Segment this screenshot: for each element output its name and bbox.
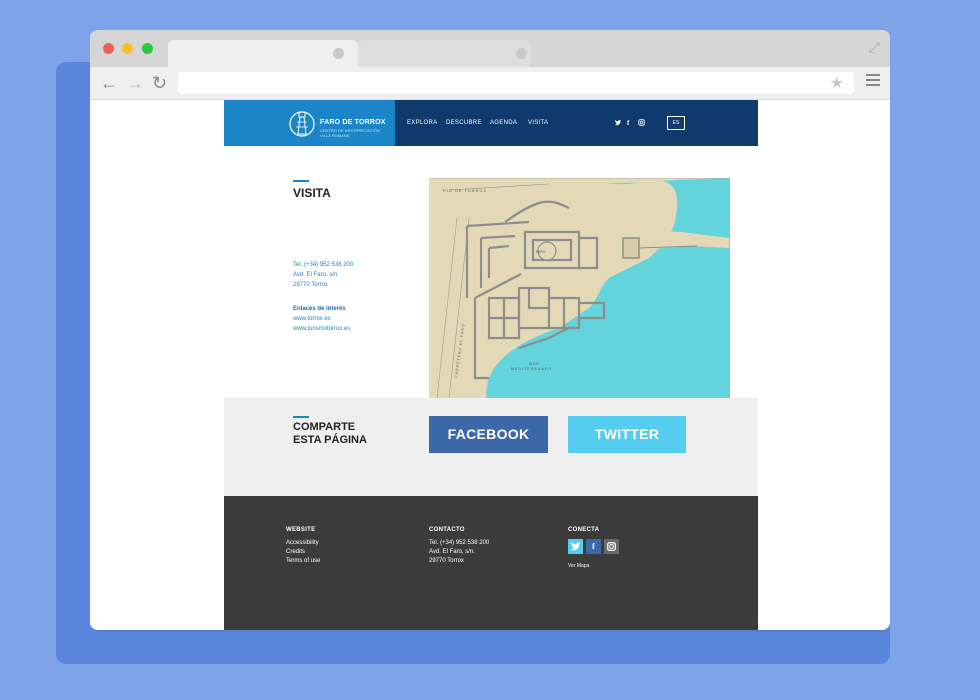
- language-selector[interactable]: ES: [667, 116, 685, 130]
- share-section: COMPARTE ESTA PÁGINA FACEBOOK TWITTER: [224, 398, 758, 496]
- footer-conecta-heading: CONECTA: [568, 527, 600, 533]
- footer-website-heading: WEBSITE: [286, 527, 316, 533]
- page-title: VISITA: [293, 186, 331, 200]
- footer-link-terms[interactable]: Terms of use: [286, 557, 320, 566]
- browser-titlebar: ⤢: [90, 30, 890, 67]
- contact-address: Avd. El Faro, s/n.: [293, 272, 339, 278]
- twitter-icon[interactable]: [568, 539, 583, 554]
- minimize-window-button[interactable]: [122, 43, 133, 54]
- footer-conecta: CONECTA f Ver Mapa: [568, 526, 619, 571]
- footer-phone[interactable]: Tel. (+34) 952 538 200: [429, 539, 489, 548]
- browser-tab-active[interactable]: [168, 40, 358, 67]
- lighthouse-logo-icon: [289, 111, 315, 137]
- reload-icon[interactable]: ↻: [152, 73, 167, 93]
- footer-contacto-heading: CONTACTO: [429, 527, 465, 533]
- contact-postal: 29770 Torrox: [293, 282, 328, 288]
- brand-block[interactable]: FARO DE TORROX CENTRO DE INTERPRETACIÓN …: [224, 100, 395, 146]
- browser-toolbar: ← → ↻ ★: [90, 67, 890, 100]
- facebook-icon[interactable]: f: [627, 119, 629, 127]
- star-icon[interactable]: ★: [830, 73, 844, 93]
- site-map-drawing: RÍO DE TORROX FARO MAR MEDITERRÁNEO CARR…: [429, 178, 730, 416]
- ver-mapa-link[interactable]: Ver Mapa: [568, 562, 619, 571]
- brand-name: FARO DE TORROX: [320, 119, 386, 126]
- tab-close-icon[interactable]: [333, 48, 344, 59]
- nav-item-descubre[interactable]: DESCUBRE: [446, 120, 482, 126]
- footer-social-icons: f: [568, 539, 619, 554]
- links-heading: Enlaces de interés: [293, 306, 346, 312]
- map-label-river: RÍO DE TORROX: [443, 189, 487, 193]
- link-turismo[interactable]: www.turismotorrox.es: [293, 324, 350, 334]
- tab-close-icon[interactable]: [516, 48, 527, 59]
- map-label-sea-1: MAR: [529, 362, 540, 366]
- footer-address: Avd. El Faro, s/n.: [429, 549, 475, 555]
- link-torrox[interactable]: www.torrox.es: [293, 314, 350, 324]
- address-bar[interactable]: ★: [178, 72, 854, 94]
- hamburger-menu-icon[interactable]: [866, 74, 880, 89]
- share-title-line1: COMPARTE: [293, 421, 356, 433]
- contact-phone[interactable]: Tel. (+34) 952 538 200: [293, 260, 353, 270]
- page-viewport: FARO DE TORROX CENTRO DE INTERPRETACIÓN …: [90, 100, 890, 630]
- site-header: FARO DE TORROX CENTRO DE INTERPRETACIÓN …: [224, 100, 758, 146]
- heading-accent: [293, 180, 309, 182]
- brand-subtitle: CENTRO DE INTERPRETACIÓN VILLA ROMANA: [320, 128, 380, 138]
- expand-icon[interactable]: ⤢: [869, 39, 880, 56]
- footer-postal: 29770 Torrox: [429, 558, 464, 564]
- nav-item-explora[interactable]: EXPLORA: [407, 120, 437, 126]
- visita-contact: Tel. (+34) 952 538 200 Avd. El Faro, s/n…: [293, 260, 353, 290]
- twitter-icon[interactable]: [614, 119, 622, 127]
- share-title-line2: ESTA PÁGINA: [293, 434, 367, 446]
- instagram-icon[interactable]: [638, 119, 645, 126]
- footer-link-accessibility[interactable]: Accessibility: [286, 539, 320, 548]
- browser-window: ⤢ ← → ↻ ★ FARO DE TORROX CENTRO DE INTER…: [90, 30, 890, 630]
- instagram-icon[interactable]: [604, 539, 619, 554]
- nav-item-agenda[interactable]: AGENDA: [490, 120, 517, 126]
- footer-contacto: CONTACTO Tel. (+34) 952 538 200 Avd. El …: [429, 526, 489, 566]
- share-heading: COMPARTE ESTA PÁGINA: [293, 416, 367, 447]
- facebook-share-button[interactable]: FACEBOOK: [429, 416, 548, 453]
- footer-website: WEBSITE Accessibility Credits Terms of u…: [286, 526, 320, 566]
- map-label-sea-2: MEDITERRÁNEO: [511, 367, 552, 371]
- map-label-faro: FARO: [536, 250, 546, 254]
- heading-accent: [293, 416, 309, 418]
- maximize-window-button[interactable]: [142, 43, 153, 54]
- site-map[interactable]: RÍO DE TORROX FARO MAR MEDITERRÁNEO CARR…: [429, 178, 730, 416]
- website: FARO DE TORROX CENTRO DE INTERPRETACIÓN …: [224, 100, 758, 630]
- facebook-icon[interactable]: f: [586, 539, 601, 554]
- close-window-button[interactable]: [103, 43, 114, 54]
- footer-link-credits[interactable]: Credits: [286, 548, 320, 557]
- twitter-share-button[interactable]: TWITTER: [568, 416, 686, 453]
- visita-heading: VISITA: [293, 180, 331, 200]
- site-footer: WEBSITE Accessibility Credits Terms of u…: [224, 496, 758, 630]
- back-arrow-icon[interactable]: ←: [100, 73, 118, 93]
- forward-arrow-icon[interactable]: →: [126, 73, 144, 93]
- browser-tab-inactive[interactable]: [358, 40, 530, 67]
- main-nav: EXPLORA DESCUBRE AGENDA VISITA f ES: [395, 100, 758, 146]
- nav-item-visita[interactable]: VISITA: [528, 120, 548, 126]
- visita-links: Enlaces de interés www.torrox.es www.tur…: [293, 304, 350, 334]
